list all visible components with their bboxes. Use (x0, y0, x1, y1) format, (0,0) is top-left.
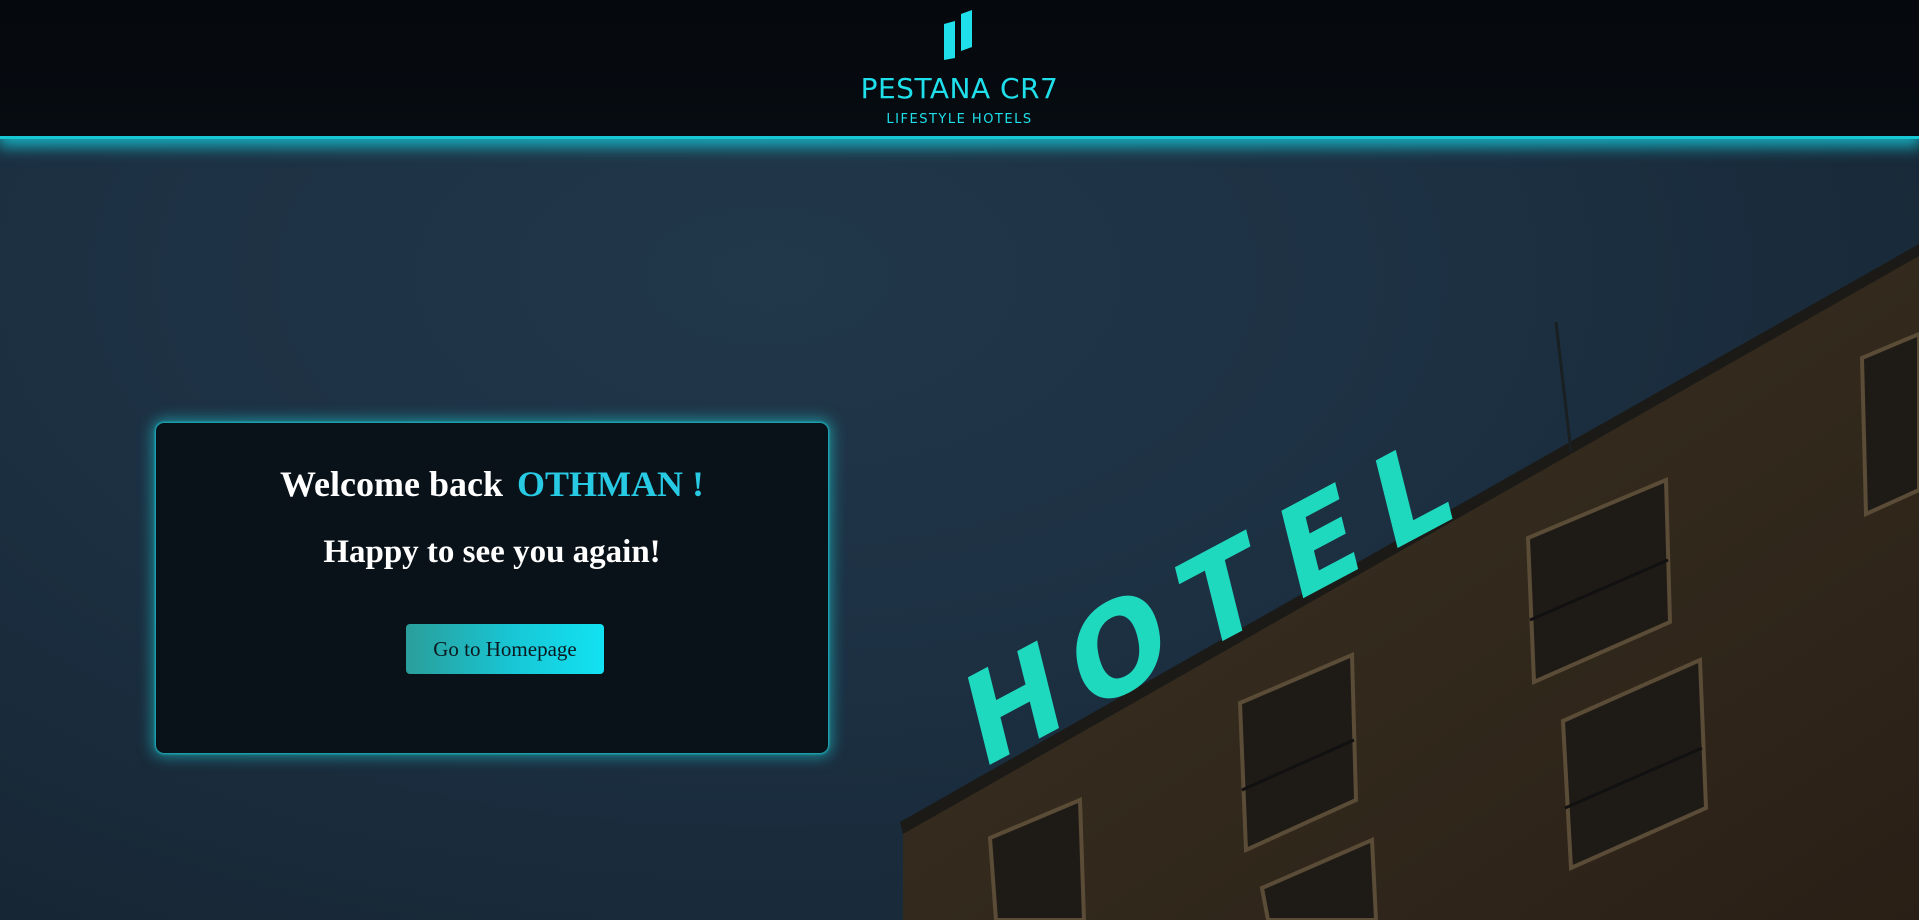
pestana-logo-icon (944, 10, 972, 60)
welcome-card: Welcome back OTHMAN ! Happy to see you ag… (156, 423, 828, 753)
site-header: PESTANA CR7 LIFESTYLE HOTELS (0, 0, 1919, 139)
username: OTHMAN ! (516, 464, 704, 504)
brand-subtitle: LIFESTYLE HOTELS (886, 112, 1033, 127)
welcome-tagline: Happy to see you again! (323, 534, 661, 570)
brand-name: PESTANA CR7 (860, 72, 1059, 105)
welcome-heading: Welcome back OTHMAN ! (156, 463, 828, 505)
go-to-homepage-button[interactable]: Go to Homepage (406, 624, 604, 674)
welcome-prefix: Welcome back (280, 464, 503, 504)
